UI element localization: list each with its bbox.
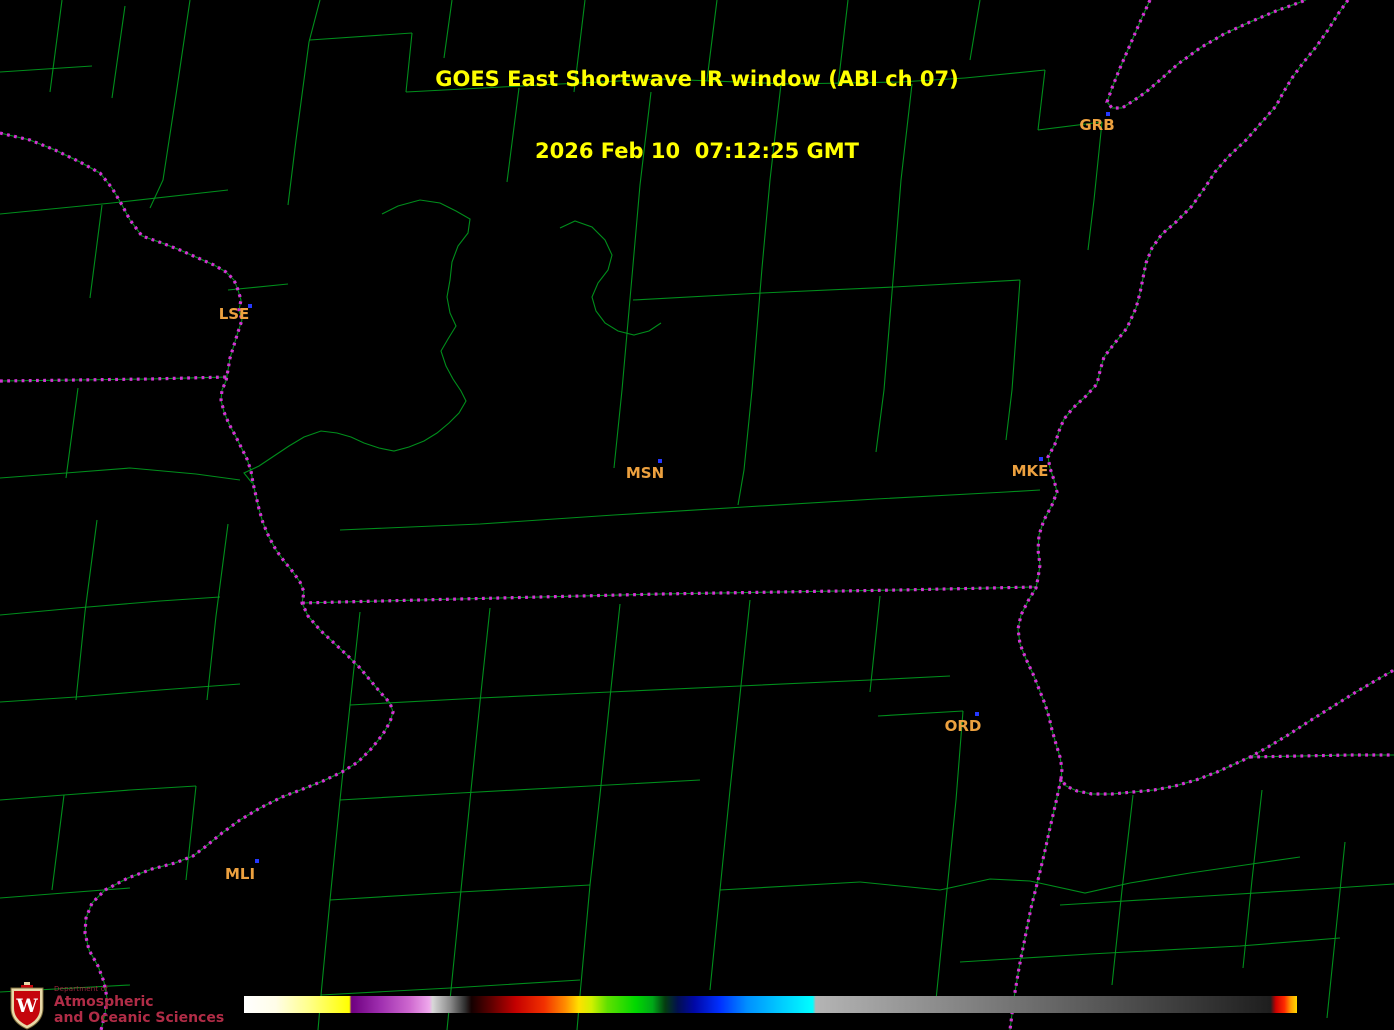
- logo-name-line-2: and Oceanic Sciences: [54, 1011, 224, 1025]
- city-label-lse: LSE: [219, 305, 250, 323]
- county-line: [936, 800, 956, 1000]
- city-label-msn: MSN: [626, 464, 664, 482]
- map-canvas: GRB LSE MSN MKE ORD MLI: [0, 0, 1394, 1030]
- city-dot-msn: [658, 459, 662, 463]
- county-line: [207, 524, 228, 700]
- county-line: [960, 938, 1340, 962]
- county-line: [876, 268, 894, 452]
- county-line: [574, 0, 585, 92]
- county-line: [0, 888, 130, 898]
- county-line: [480, 608, 490, 702]
- county-line: [633, 280, 1020, 300]
- county-line: [0, 786, 196, 800]
- county-line: [610, 604, 620, 698]
- county-line: [288, 0, 320, 205]
- county-line: [1088, 122, 1102, 250]
- city-label-ord: ORD: [945, 717, 982, 735]
- county-line: [90, 205, 102, 298]
- county-line: [406, 33, 412, 92]
- county-line: [507, 88, 519, 182]
- county-line: [710, 695, 740, 990]
- mississippi-river: [0, 133, 393, 1030]
- county-line: [112, 6, 125, 98]
- city-label-mli: MLI: [225, 865, 255, 883]
- il-in-border: [1010, 779, 1061, 1030]
- county-line: [860, 857, 1300, 893]
- city-label-mke: MKE: [1012, 462, 1049, 480]
- county-line: [838, 0, 848, 86]
- county-line: [0, 684, 240, 702]
- county-line: [1327, 842, 1345, 1018]
- green-bay-shoreline-underlay: [1107, 0, 1306, 108]
- logo-name-line-1: Atmospheric: [54, 995, 224, 1009]
- logo-dept-line: Department of: [54, 986, 224, 993]
- uw-crest-icon: W: [8, 982, 46, 1030]
- county-line: [1038, 70, 1045, 130]
- county-line: [447, 702, 480, 1030]
- county-line: [720, 882, 860, 890]
- county-line: [406, 78, 965, 92]
- county-line: [740, 600, 750, 695]
- county-line: [970, 0, 980, 60]
- county-line: [878, 711, 963, 716]
- county-line: [50, 0, 62, 92]
- county-line: [186, 786, 196, 880]
- county-line: [340, 490, 1040, 530]
- lake-michigan-shoreline-underlay: [1018, 0, 1394, 794]
- county-line: [150, 0, 190, 208]
- county-line: [350, 676, 950, 705]
- uw-aos-logo: W Department of Atmospheric and Oceanic …: [8, 982, 224, 1030]
- satellite-image-view: GRBLSEMSNMKEORDMLI GOES East Shortwave I…: [0, 0, 1394, 1030]
- green-bay-shoreline: [1107, 0, 1306, 108]
- crest-letter: W: [15, 995, 38, 1017]
- county-line: [310, 33, 412, 40]
- county-line: [66, 388, 78, 478]
- city-dot-ord: [975, 712, 979, 716]
- county-line: [707, 0, 717, 80]
- county-line: [738, 268, 762, 505]
- city-label-grb: GRB: [1079, 116, 1114, 134]
- city-dot-mke: [1039, 457, 1043, 461]
- county-line: [0, 597, 220, 615]
- county-line: [762, 84, 781, 268]
- temperature-colorbar: [244, 996, 1297, 1013]
- mn-ia-border-underlay: [0, 377, 227, 381]
- county-line: [577, 698, 610, 1030]
- county-line: [633, 92, 651, 265]
- county-line: [444, 0, 452, 58]
- county-line: [614, 265, 633, 468]
- county-line: [965, 70, 1045, 78]
- county-line: [870, 596, 880, 692]
- county-line: [894, 84, 912, 268]
- county-line: [0, 190, 228, 214]
- county-line: [1112, 795, 1133, 985]
- city-dot-mli: [255, 859, 259, 863]
- county-line: [244, 200, 470, 483]
- county-line: [1006, 280, 1020, 440]
- county-line: [76, 520, 97, 700]
- logo-text: Department of Atmospheric and Oceanic Sc…: [54, 982, 224, 1025]
- county-line: [560, 221, 661, 335]
- mi-in-border: [1250, 755, 1394, 757]
- mississippi-river-underlay: [0, 133, 393, 1030]
- county-line: [0, 468, 240, 480]
- lake-michigan-shoreline: [1018, 0, 1394, 794]
- county-line: [318, 705, 350, 1030]
- county-line: [1243, 790, 1262, 968]
- county-line: [340, 780, 700, 800]
- county-line: [0, 66, 92, 72]
- county-line: [52, 795, 64, 890]
- county-line: [350, 612, 360, 705]
